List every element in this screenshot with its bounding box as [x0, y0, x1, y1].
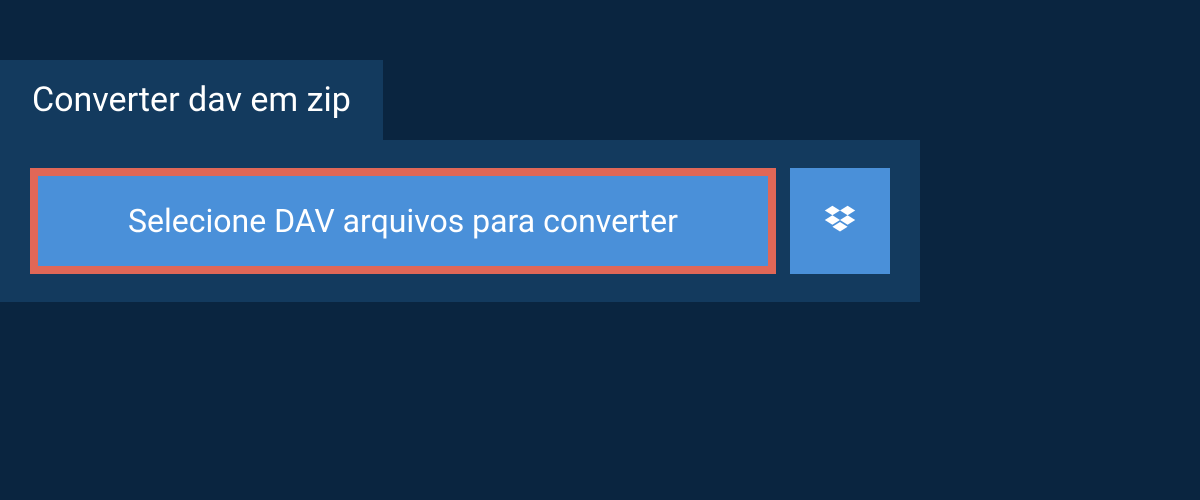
dropbox-button[interactable] — [790, 168, 890, 274]
select-files-button[interactable]: Selecione DAV arquivos para converter — [30, 168, 776, 274]
dropbox-icon — [821, 202, 859, 240]
upload-panel: Selecione DAV arquivos para converter — [0, 140, 920, 302]
button-row: Selecione DAV arquivos para converter — [30, 168, 890, 274]
select-files-label: Selecione DAV arquivos para converter — [128, 202, 678, 240]
page-title: Converter dav em zip — [32, 80, 351, 120]
header-tab: Converter dav em zip — [0, 60, 383, 140]
